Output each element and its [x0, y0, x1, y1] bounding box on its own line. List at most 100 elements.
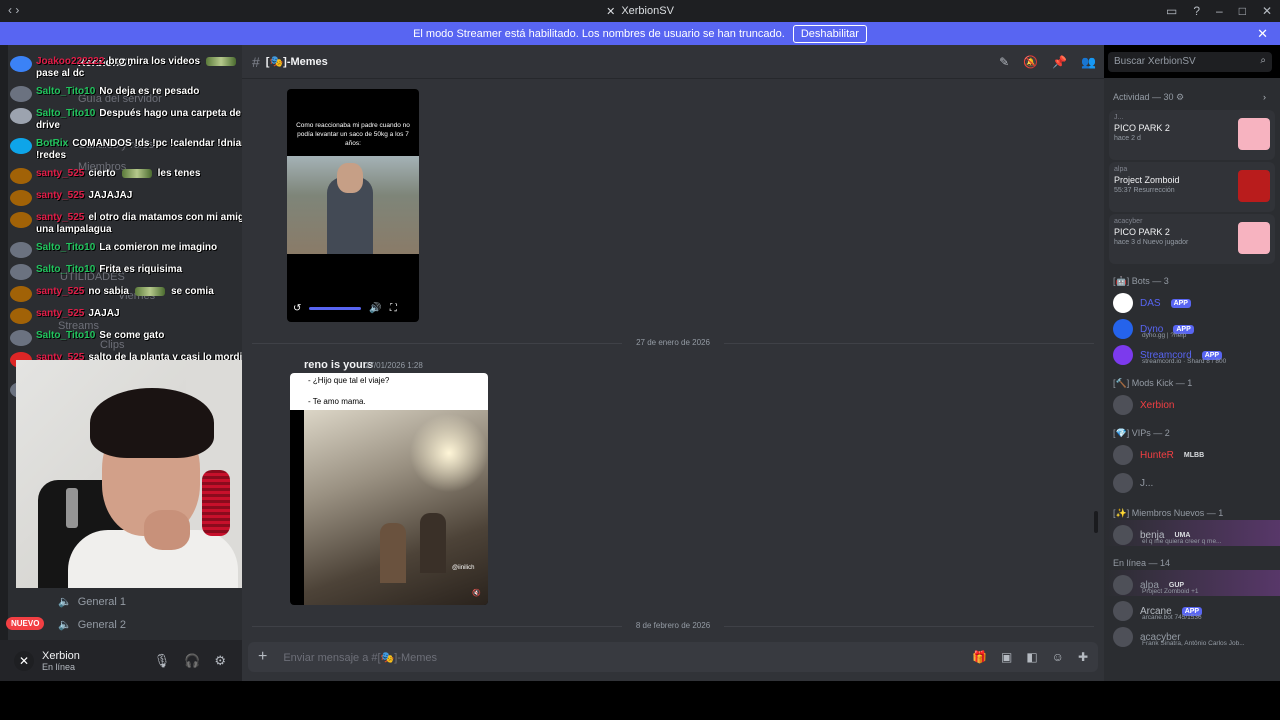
chat-text: Salto_Tito10 La comieron me imagino [36, 242, 217, 254]
member-section-title: En línea — 14 [1113, 558, 1171, 568]
member-name: J... [1140, 477, 1154, 489]
chat-avatar [10, 168, 32, 184]
member-tag: APP [1170, 298, 1191, 308]
gif-icon[interactable]: ▣ [1001, 650, 1012, 664]
stream-chat-message: Salto_Tito10 No deja es re pesado [0, 83, 242, 105]
member-name: HunteR [1140, 449, 1174, 461]
member-row[interactable]: Xerbion [1113, 394, 1277, 416]
member-row[interactable]: acacyber Frank Sinatra, Antônio Carlos Jo… [1113, 626, 1277, 648]
add-attachment-icon[interactable]: + [258, 648, 267, 666]
notifications-icon[interactable]: 🔕 [1023, 55, 1038, 69]
sticker-icon[interactable]: ◧ [1026, 650, 1037, 664]
user-avatar[interactable]: ✕ [14, 650, 34, 671]
emoji-icon[interactable]: ☺ [1052, 650, 1064, 664]
headphones-icon[interactable]: 🎧 [184, 653, 200, 669]
chat-avatar [10, 286, 32, 302]
chat-avatar [10, 264, 32, 280]
speaker-icon: 🔈 [58, 596, 72, 608]
member-avatar [1113, 473, 1133, 493]
member-tag: MLBB [1183, 451, 1205, 459]
close-window-icon[interactable]: ✕ [1262, 4, 1272, 18]
gift-icon[interactable]: 🎁 [972, 650, 987, 664]
apps-icon[interactable]: ✚ [1078, 650, 1088, 664]
member-section-title: [💎] VIPs — 2 [1113, 428, 1170, 438]
stream-chat-message: santy_525 cierto les tenes [0, 165, 242, 187]
video-figure-head [337, 163, 363, 193]
pin-icon[interactable]: 📌 [1052, 55, 1067, 69]
member-row[interactable]: Streamcord APP streamcord.io · Shard 8 / 8… [1113, 344, 1277, 366]
message-composer[interactable]: + Enviar mensaje a #[🎭]-Memes 🎁 ▣ ◧ ☺ ✚ [248, 642, 1098, 672]
meme-video-1[interactable]: Como reaccionaba mi padre cuando no podí… [287, 89, 419, 322]
chat-text: santy_525 JAJAJ [36, 308, 120, 320]
member-list-icon[interactable]: 👥 [1081, 55, 1096, 69]
streamer-mode-banner: El modo Streamer está habilitado. Los no… [0, 22, 1280, 45]
member-row[interactable]: benja UMA el q me quiera creer q me... [1113, 524, 1277, 546]
member-row[interactable]: Dyno APP dyno.gg | ?help [1113, 318, 1277, 340]
member-name: DAS [1140, 297, 1161, 309]
member-list: Actividad — 30 ⚙ › J... PICO PARK 2 hace 2… [1104, 78, 1280, 681]
speaker-icon: 🔈 [58, 619, 72, 631]
volume-icon[interactable]: 🔊 [369, 303, 381, 314]
settings-gear-icon[interactable]: ⚙ [214, 653, 226, 669]
chat-message-text: JAJAJAJ [88, 190, 133, 201]
disable-streamer-button[interactable]: Deshabilitar [792, 24, 867, 43]
nav-arrows-icon[interactable]: ‹ › [8, 3, 19, 17]
minimize-icon[interactable]: – [1216, 4, 1223, 18]
game-thumbnail [1238, 222, 1270, 254]
chat-scrollbar[interactable] [1094, 511, 1098, 533]
user-panel: ✕ Xerbion En línea 🎙 🎧 ⚙ [0, 640, 242, 681]
member-row[interactable]: Arcane APP arcane.bot 745/1536 [1113, 600, 1277, 622]
chat-message-text: pase al dc [36, 68, 85, 79]
maximize-icon[interactable]: □ [1239, 4, 1246, 18]
voice-channel-label: General 2 [77, 618, 127, 631]
chat-main: # [🎭]-Memes ✎ 🔕 📌 👥 Como reaccionaba mi … [242, 45, 1104, 681]
chat-avatar [10, 308, 32, 324]
fullscreen-icon[interactable]: ⛶ [390, 303, 397, 314]
settings-gear-icon[interactable]: ⚙ [1176, 92, 1184, 102]
close-banner-icon[interactable]: ✕ [1257, 26, 1268, 42]
video-person [380, 523, 406, 583]
chat-emote [206, 56, 237, 66]
chat-avatar [10, 190, 32, 206]
voice-channel-general-2[interactable]: 🔈 General 2 [58, 618, 127, 632]
stream-chat-message: BotRix COMANDOS !ds !pc !calendar !dniar … [0, 135, 242, 165]
activity-header[interactable]: Actividad — 30 ⚙ › [1113, 92, 1266, 103]
replay-icon[interactable]: ↺ [293, 303, 301, 314]
member-avatar [1113, 319, 1133, 339]
chat-username: santy_525 [36, 168, 85, 179]
chat-message-text: La comieron me imagino [99, 242, 218, 253]
activity-card[interactable]: J... PICO PARK 2 hace 2 d [1109, 110, 1275, 160]
video-progress-bar[interactable] [309, 307, 362, 310]
chat-text: Salto_Tito10 Frita es riquisima [36, 264, 182, 276]
member-row[interactable]: alpa GUP Project Zomboid +1 [1113, 574, 1277, 596]
mute-icon[interactable]: 🔇 [472, 589, 481, 597]
message-author[interactable]: reno is yours [304, 359, 373, 371]
chat-username: Joakoo222222 [36, 56, 105, 67]
video-caption-line: - Te amo mama. [308, 397, 366, 406]
activity-card[interactable]: alpa Project Zomboid 55:37 Resurrección [1109, 162, 1275, 212]
microphone-icon[interactable]: 🎙 [154, 653, 171, 669]
video-controls: ↺ 🔊 ⛶ [293, 303, 413, 314]
inbox-icon[interactable]: ▭ [1166, 4, 1177, 18]
chat-message-text: No deja es re pesado [99, 86, 200, 97]
member-row[interactable]: HunteR MLBB [1113, 444, 1277, 466]
threads-icon[interactable]: ✎ [999, 55, 1009, 69]
stream-chat-message: santy_525 JAJAJ [0, 305, 242, 327]
chat-avatar [10, 108, 32, 124]
voice-channel-general-1[interactable]: 🔈 General 1 [58, 595, 126, 609]
video-person [420, 513, 446, 573]
member-avatar [1113, 627, 1133, 647]
chat-text: Salto_Tito10 Después hago una carpeta de … [36, 108, 242, 132]
member-section-title: [🔨] Mods Kick — 1 [1113, 378, 1193, 388]
member-row[interactable]: DAS APP [1113, 292, 1277, 314]
meme-video-2[interactable]: - ¿Hijo que tal el viaje? - Te amo mama.… [290, 373, 488, 605]
server-search-input[interactable]: Buscar XerbionSV ⌕ [1108, 52, 1272, 72]
chat-message-text: no sabia [88, 286, 129, 297]
video-caption-line: - ¿Hijo que tal el viaje? [308, 376, 390, 385]
member-row[interactable]: J... [1113, 472, 1277, 494]
help-icon[interactable]: ? [1193, 4, 1200, 18]
member-subtext: Frank Sinatra, Antônio Carlos Job... [1142, 640, 1245, 647]
chevron-right-icon[interactable]: › [1263, 92, 1266, 102]
discord-server-icon: ✕ [606, 5, 616, 18]
activity-card[interactable]: acacyber PICO PARK 2 hace 3 d Nuevo jugado… [1109, 214, 1275, 264]
